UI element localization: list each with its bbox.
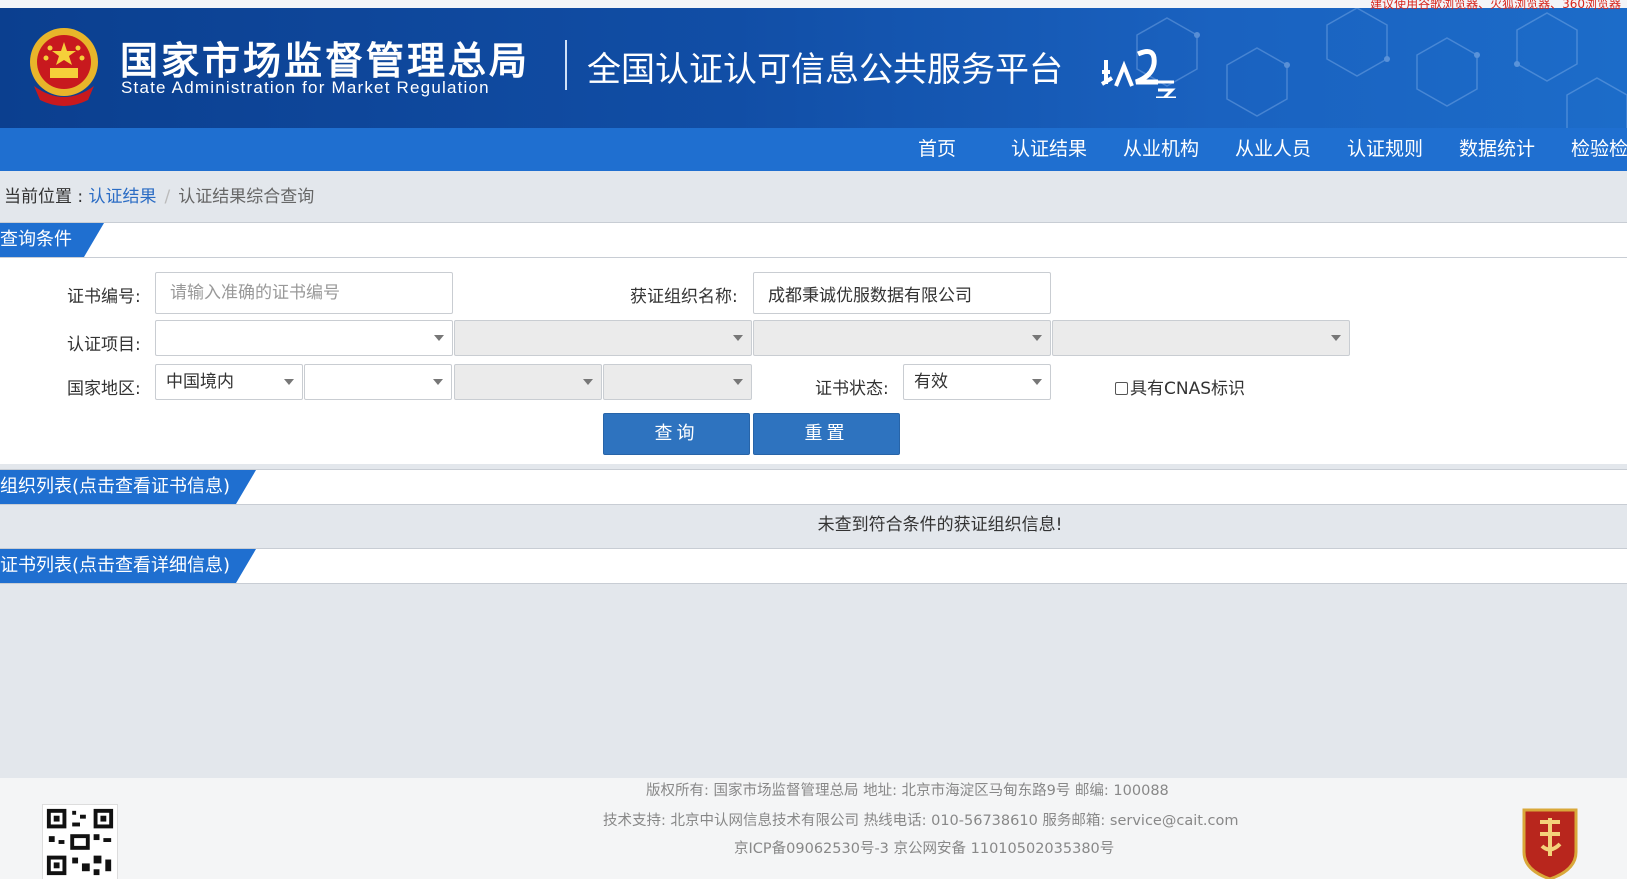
- query-section-header: 查询条件: [0, 222, 1627, 258]
- chevron-down-icon: [1032, 379, 1042, 385]
- org-list-empty-message: 未查到符合条件的获证组织信息!: [817, 515, 1063, 535]
- breadcrumb-link-cert-results[interactable]: 认证结果: [89, 187, 157, 207]
- org-list-title: 组织列表(点击查看证书信息): [0, 470, 256, 504]
- cnas-checkbox[interactable]: 具有CNAS标识: [1115, 374, 1245, 399]
- hexagon-pattern-icon: [1136, 8, 1627, 128]
- nav-statistics[interactable]: 数据统计: [1459, 128, 1535, 171]
- platform-title: 全国认证认可信息公共服务平台: [587, 50, 1063, 90]
- party-government-badge-icon[interactable]: [1518, 804, 1582, 879]
- cert-status-label: 证书状态:: [815, 379, 889, 399]
- region-select-2[interactable]: [304, 364, 452, 400]
- reset-button[interactable]: 重置: [753, 413, 900, 455]
- region-value: 中国境内: [166, 372, 234, 392]
- chevron-down-icon: [1032, 335, 1042, 341]
- chevron-down-icon: [733, 335, 743, 341]
- region-label: 国家地区:: [67, 379, 141, 399]
- nav-institutions[interactable]: 从业机构: [1123, 128, 1199, 171]
- breadcrumb: 当前位置 : 认证结果 / 认证结果综合查询: [4, 182, 314, 207]
- org-name-label: 获证组织名称:: [630, 287, 738, 307]
- cert-project-select-4[interactable]: [1052, 320, 1350, 356]
- national-emblem-icon: [30, 28, 98, 106]
- chevron-down-icon: [434, 335, 444, 341]
- cert-project-select-1[interactable]: [155, 320, 453, 356]
- cert-no-label: 证书编号:: [67, 287, 141, 307]
- footer-copyright: 版权所有: 国家市场监督管理总局 地址: 北京市海淀区马甸东路9号 邮编: 10…: [646, 783, 1169, 799]
- nav-inspection[interactable]: 检验检: [1571, 128, 1627, 171]
- main-nav: 首页 认证结果 从业机构 从业人员 认证规则 数据统计 检验检: [0, 128, 1627, 171]
- cert-status-value: 有效: [914, 372, 948, 392]
- nav-cert-rules[interactable]: 认证规则: [1347, 128, 1423, 171]
- cert-project-label: 认证项目:: [67, 335, 141, 355]
- search-button[interactable]: 查询: [603, 413, 750, 455]
- org-name-input[interactable]: [753, 272, 1051, 314]
- chevron-down-icon: [583, 379, 593, 385]
- nav-personnel[interactable]: 从业人员: [1235, 128, 1311, 171]
- cert-project-select-2[interactable]: [454, 320, 752, 356]
- header-divider: [565, 40, 567, 90]
- site-header: 建议使用谷歌浏览器、火狐浏览器、360浏览器 国家市场监督管理总局 State …: [0, 0, 1627, 128]
- org-name-cn: 国家市场监督管理总局: [120, 39, 531, 83]
- checkbox-icon[interactable]: [1115, 382, 1128, 395]
- site-footer: 版权所有: 国家市场监督管理总局 地址: 北京市海淀区马甸东路9号 邮编: 10…: [0, 778, 1627, 879]
- top-strip: 建议使用谷歌浏览器、火狐浏览器、360浏览器: [0, 0, 1627, 11]
- cnas-label: 具有CNAS标识: [1130, 379, 1246, 399]
- nav-cert-results[interactable]: 认证结果: [1011, 128, 1087, 171]
- breadcrumb-current: 认证结果综合查询: [178, 187, 315, 207]
- cert-no-input[interactable]: [155, 272, 453, 314]
- org-name-en: State Administration for Market Regulati…: [121, 78, 490, 97]
- cert-list-title: 证书列表(点击查看详细信息): [0, 549, 256, 583]
- footer-support: 技术支持: 北京中认网信息技术有限公司 热线电话: 010-56738610 服…: [603, 813, 1239, 829]
- chevron-down-icon: [733, 379, 743, 385]
- breadcrumb-prefix: 当前位置 :: [4, 187, 89, 207]
- region-select-3[interactable]: [454, 364, 602, 400]
- org-list-section-header: 组织列表(点击查看证书信息): [0, 469, 1627, 505]
- nav-home[interactable]: 首页: [918, 128, 956, 171]
- region-select-4[interactable]: [603, 364, 752, 400]
- cert-project-select-3[interactable]: [753, 320, 1051, 356]
- cert-status-select[interactable]: 有效: [903, 364, 1051, 400]
- footer-icp: 京ICP备09062530号-3 京公网安备 11010502035380号: [734, 841, 1115, 857]
- breadcrumb-separator: /: [164, 187, 171, 207]
- region-select-1[interactable]: 中国境内: [155, 364, 303, 400]
- qr-code-icon: [42, 804, 118, 879]
- chevron-down-icon: [433, 379, 443, 385]
- renyun-logo-icon: [1100, 49, 1176, 98]
- chevron-down-icon: [1331, 335, 1341, 341]
- cert-list-section-header: 证书列表(点击查看详细信息): [0, 548, 1627, 584]
- chevron-down-icon: [284, 379, 294, 385]
- query-section-title: 查询条件: [0, 223, 104, 257]
